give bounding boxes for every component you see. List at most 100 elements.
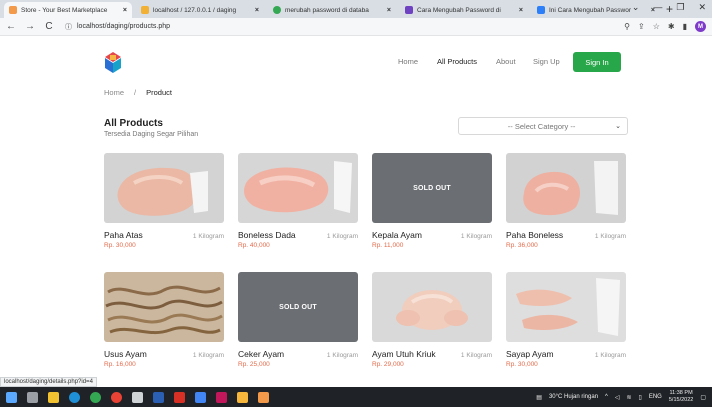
- product-weight: 1 Kilogram: [192, 233, 224, 240]
- tab-title: Store - Your Best Marketplace: [21, 6, 108, 14]
- product-card[interactable]: Ayam Utuh Kriuk 1 Kilogram Rp. 29,000: [372, 272, 492, 368]
- product-image: SOLD OUT: [372, 153, 492, 223]
- tab-favicon-icon: [141, 6, 149, 14]
- nav-home-link[interactable]: Home: [398, 57, 418, 66]
- product-card[interactable]: SOLD OUT Kepala Ayam 1 Kilogram Rp. 11,0…: [372, 153, 492, 249]
- product-price: Rp. 25,000: [238, 361, 270, 368]
- extensions-icon[interactable]: ✱: [668, 22, 675, 31]
- reload-icon[interactable]: C: [44, 21, 54, 32]
- chrome-icon[interactable]: [90, 391, 101, 403]
- tab-title: localhost / 127.0.0.1 / daging: [153, 6, 237, 14]
- tray-chevron-icon[interactable]: ^: [605, 394, 608, 400]
- product-weight: 1 Kilogram: [326, 233, 358, 240]
- link-status-url: localhost/daging/details.php?id=4: [0, 377, 97, 387]
- category-select[interactable]: -- Select Category -- ⌄: [458, 117, 628, 135]
- product-image: [104, 272, 224, 342]
- settings-gear-icon[interactable]: [132, 391, 143, 403]
- product-weight: 1 Kilogram: [460, 233, 492, 240]
- product-image: [238, 153, 358, 223]
- close-tab-icon[interactable]: ×: [387, 7, 391, 14]
- taskbar-apps: [6, 391, 269, 403]
- product-price: Rp. 40,000: [238, 242, 270, 249]
- app-icon[interactable]: [258, 391, 269, 403]
- product-weight: 1 Kilogram: [460, 352, 492, 359]
- browser-tab[interactable]: Store - Your Best Marketplace ×: [4, 2, 132, 18]
- acrobat-icon[interactable]: [174, 391, 185, 403]
- star-app-icon[interactable]: [237, 391, 248, 403]
- page-subtitle: Tersedia Daging Segar Pilihan: [104, 131, 199, 138]
- product-price: Rp. 11,000: [372, 242, 404, 249]
- edge-icon[interactable]: [69, 391, 80, 403]
- minimize-icon[interactable]: —: [653, 2, 662, 13]
- product-name[interactable]: Boneless Dada: [238, 230, 296, 240]
- category-select-value: -- Select Category --: [507, 121, 576, 131]
- language-indicator[interactable]: ENG: [649, 394, 662, 400]
- sold-out-label: SOLD OUT: [279, 303, 317, 311]
- bookmark-star-icon[interactable]: ☆: [653, 22, 660, 31]
- store-logo-icon[interactable]: [104, 52, 122, 74]
- product-name[interactable]: Paha Boneless: [506, 230, 563, 240]
- product-price: Rp. 16,000: [104, 361, 136, 368]
- taskbar: ▤ 30°C Hujan ringan ^ ◁ ≋ ▯ ENG 11:38 PM…: [0, 387, 712, 407]
- product-weight: 1 Kilogram: [192, 352, 224, 359]
- product-card[interactable]: SOLD OUT Ceker Ayam 1 Kilogram Rp. 25,00…: [238, 272, 358, 368]
- product-name[interactable]: Ceker Ayam: [238, 349, 284, 359]
- clock-time: 11:38 PM: [669, 390, 693, 396]
- browser-tab[interactable]: merubah password di databa ×: [268, 2, 396, 18]
- product-name[interactable]: Sayap Ayam: [506, 349, 554, 359]
- notifications-icon[interactable]: ▢: [700, 394, 706, 401]
- nav-signup-link[interactable]: Sign Up: [533, 57, 560, 66]
- product-card[interactable]: Boneless Dada 1 Kilogram Rp. 40,000: [238, 153, 358, 249]
- chevron-down-icon: ⌄: [615, 123, 621, 130]
- forward-icon[interactable]: →: [25, 21, 35, 32]
- nav-products-link[interactable]: All Products: [437, 57, 477, 66]
- close-window-icon[interactable]: ✕: [698, 2, 706, 13]
- page-title: All Products: [104, 118, 163, 129]
- signin-button[interactable]: Sign In: [573, 52, 621, 72]
- task-view-icon[interactable]: [27, 391, 38, 403]
- tab-favicon-icon: [9, 6, 17, 14]
- site-info-icon[interactable]: ⓘ: [65, 22, 72, 32]
- close-tab-icon[interactable]: ×: [123, 7, 127, 14]
- chrome-profile-icon[interactable]: [111, 391, 122, 403]
- product-name[interactable]: Kepala Ayam: [372, 230, 422, 240]
- product-image: [506, 272, 626, 342]
- app-icon[interactable]: [195, 391, 206, 403]
- nav-about-link[interactable]: About: [496, 57, 516, 66]
- browser-tab[interactable]: localhost / 127.0.0.1 / daging ×: [136, 2, 264, 18]
- product-name[interactable]: Usus Ayam: [104, 349, 147, 359]
- product-image: SOLD OUT: [238, 272, 358, 342]
- close-tab-icon[interactable]: ×: [519, 7, 523, 14]
- tab-title: Cara Mengubah Password di: [417, 6, 501, 14]
- browser-tab[interactable]: Cara Mengubah Password di ×: [400, 2, 528, 18]
- product-card[interactable]: Usus Ayam 1 Kilogram Rp. 16,000: [104, 272, 224, 368]
- product-card[interactable]: Paha Boneless 1 Kilogram Rp. 36,000: [506, 153, 626, 249]
- profile-avatar[interactable]: M: [695, 21, 706, 32]
- product-name[interactable]: Paha Atas: [104, 230, 143, 240]
- close-tab-icon[interactable]: ×: [255, 7, 259, 14]
- back-icon[interactable]: ←: [6, 21, 16, 32]
- tab-favicon-icon: [537, 6, 545, 14]
- word-icon[interactable]: [153, 391, 164, 403]
- product-card[interactable]: Paha Atas 1 Kilogram Rp. 30,000: [104, 153, 224, 249]
- url-field[interactable]: ⓘ localhost/daging/products.php: [63, 20, 615, 34]
- maximize-icon[interactable]: ❐: [676, 2, 684, 13]
- product-card[interactable]: Sayap Ayam 1 Kilogram Rp. 30,000: [506, 272, 626, 368]
- wifi-icon[interactable]: ≋: [627, 394, 632, 401]
- sidepanel-icon[interactable]: ▮: [683, 22, 687, 31]
- url-text: localhost/daging/products.php: [77, 23, 171, 30]
- clock[interactable]: 11:38 PM 5/15/2022: [669, 390, 693, 404]
- file-explorer-icon[interactable]: [48, 391, 59, 403]
- volume-icon[interactable]: ◁: [615, 394, 620, 401]
- product-name[interactable]: Ayam Utuh Kriuk: [372, 349, 436, 359]
- battery-icon[interactable]: ▯: [639, 394, 642, 401]
- breadcrumb-home[interactable]: Home: [104, 88, 124, 97]
- tab-search-icon[interactable]: ⌄: [632, 2, 640, 13]
- product-weight: 1 Kilogram: [594, 233, 626, 240]
- windows-start-icon[interactable]: [6, 391, 17, 403]
- weather-text[interactable]: 30°C Hujan ringan: [549, 394, 598, 400]
- zoom-icon[interactable]: ⚲: [624, 22, 630, 31]
- share-icon[interactable]: ⇪: [638, 22, 645, 31]
- weather-icon[interactable]: ▤: [536, 394, 542, 401]
- app-icon[interactable]: [216, 391, 227, 403]
